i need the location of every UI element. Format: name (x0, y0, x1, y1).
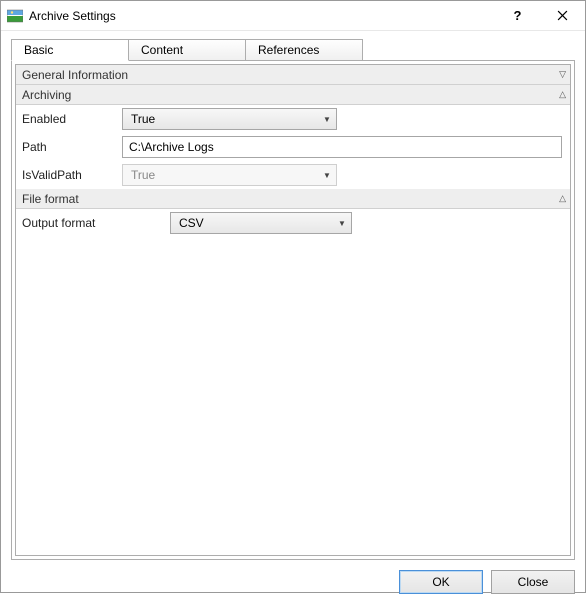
property-grid: General Information ▽ Archiving △ Enable… (15, 64, 571, 556)
dropdown-value: CSV (179, 216, 333, 230)
chevron-down-collapsed-icon: ▽ (559, 69, 566, 80)
category-label: Archiving (22, 88, 559, 102)
tab-references[interactable]: References (245, 39, 363, 61)
chevron-down-icon: ▼ (333, 219, 351, 228)
category-archiving[interactable]: Archiving △ (16, 85, 570, 105)
dropdown-value: True (131, 112, 318, 126)
path-label: Path (22, 140, 122, 154)
row-enabled: Enabled True ▼ (16, 105, 570, 133)
app-icon (7, 8, 23, 24)
dialog-buttons: OK Close (11, 570, 575, 594)
tab-basic[interactable]: Basic (11, 39, 129, 61)
isvalidpath-dropdown: True ▼ (122, 164, 337, 186)
row-isvalidpath: IsValidPath True ▼ (16, 161, 570, 189)
category-label: File format (22, 192, 559, 206)
window-title: Archive Settings (29, 9, 495, 23)
enabled-dropdown[interactable]: True ▼ (122, 108, 337, 130)
chevron-down-icon: ▼ (318, 115, 336, 124)
isvalidpath-label: IsValidPath (22, 168, 122, 182)
tab-content[interactable]: Content (128, 39, 246, 61)
output-format-label: Output format (22, 216, 170, 230)
tabstrip: Basic Content References (11, 39, 575, 61)
tab-label: Basic (24, 43, 53, 57)
tab-page-basic: General Information ▽ Archiving △ Enable… (11, 60, 575, 560)
close-button[interactable]: Close (491, 570, 575, 594)
row-output-format: Output format CSV ▼ (16, 209, 570, 237)
help-button[interactable]: ? (495, 2, 540, 30)
chevron-up-icon: △ (559, 89, 566, 100)
dropdown-value: True (131, 168, 318, 182)
chevron-down-icon: ▼ (318, 171, 336, 180)
button-label: OK (432, 575, 449, 589)
input-value: C:\Archive Logs (129, 140, 214, 154)
path-input[interactable]: C:\Archive Logs (122, 136, 562, 158)
titlebar: Archive Settings ? (1, 1, 585, 31)
close-window-button[interactable] (540, 2, 585, 30)
tab-label: Content (141, 43, 183, 57)
category-fileformat[interactable]: File format △ (16, 189, 570, 209)
button-label: Close (518, 575, 549, 589)
category-general[interactable]: General Information ▽ (16, 65, 570, 85)
ok-button[interactable]: OK (399, 570, 483, 594)
tab-label: References (258, 43, 319, 57)
chevron-up-icon: △ (559, 193, 566, 204)
enabled-label: Enabled (22, 112, 122, 126)
row-path: Path C:\Archive Logs (16, 133, 570, 161)
output-format-dropdown[interactable]: CSV ▼ (170, 212, 352, 234)
category-label: General Information (22, 68, 559, 82)
